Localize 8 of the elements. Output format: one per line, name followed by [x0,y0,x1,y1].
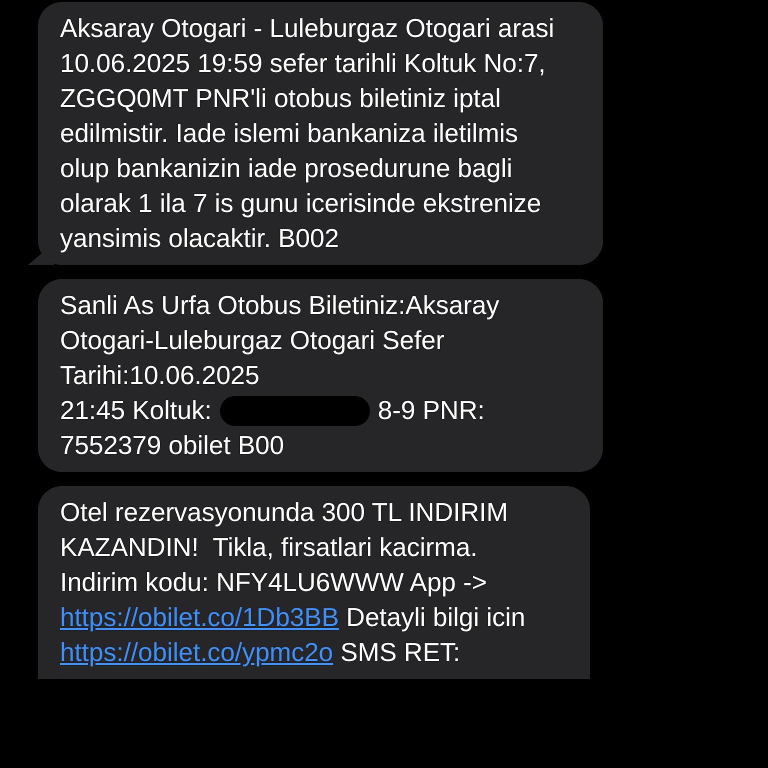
message-text: 21:45 Koltuk: [60,394,212,427]
message-text: Sanli As Urfa Otobus Biletiniz:Aksaray Otogari-Luleburgaz Otogari Sefer Tarihi:10.06.2025 [60,289,500,392]
message-text: Otel rezervasyonunda 300 TL INDIRIM KAZANDIN! Tikla, firsatlari kacirma. Indirim kodu: NFY4LU6WWW App -> https://obilet.co/1Db3BB Detayli bilgi icin https://obilet.co/ypmc2o SMS RET: [60,496,526,669]
message-text: 8-9 PNR: [378,394,485,427]
message-text: 7552379 obilet B00 [60,429,286,462]
link[interactable]: https://obilet.co/1Db3BB [60,602,339,632]
message-text: Aksaray Otogari - Luleburgaz Otogari arasi 10.06.2025 19:59 sefer tarihli Koltuk No:7, ZGGQ0MT PNR'li otobus biletiniz iptal edilmistir. Iade islemi bankaniza iletilmis olup bankanizin iade prosedurune bagli olarak 1 ila 7 is gunu icerisinde ekstrenize yansimis olacaktir. B002 [60,12,556,255]
link[interactable]: https://obilet.co/ypmc2o [60,637,334,667]
